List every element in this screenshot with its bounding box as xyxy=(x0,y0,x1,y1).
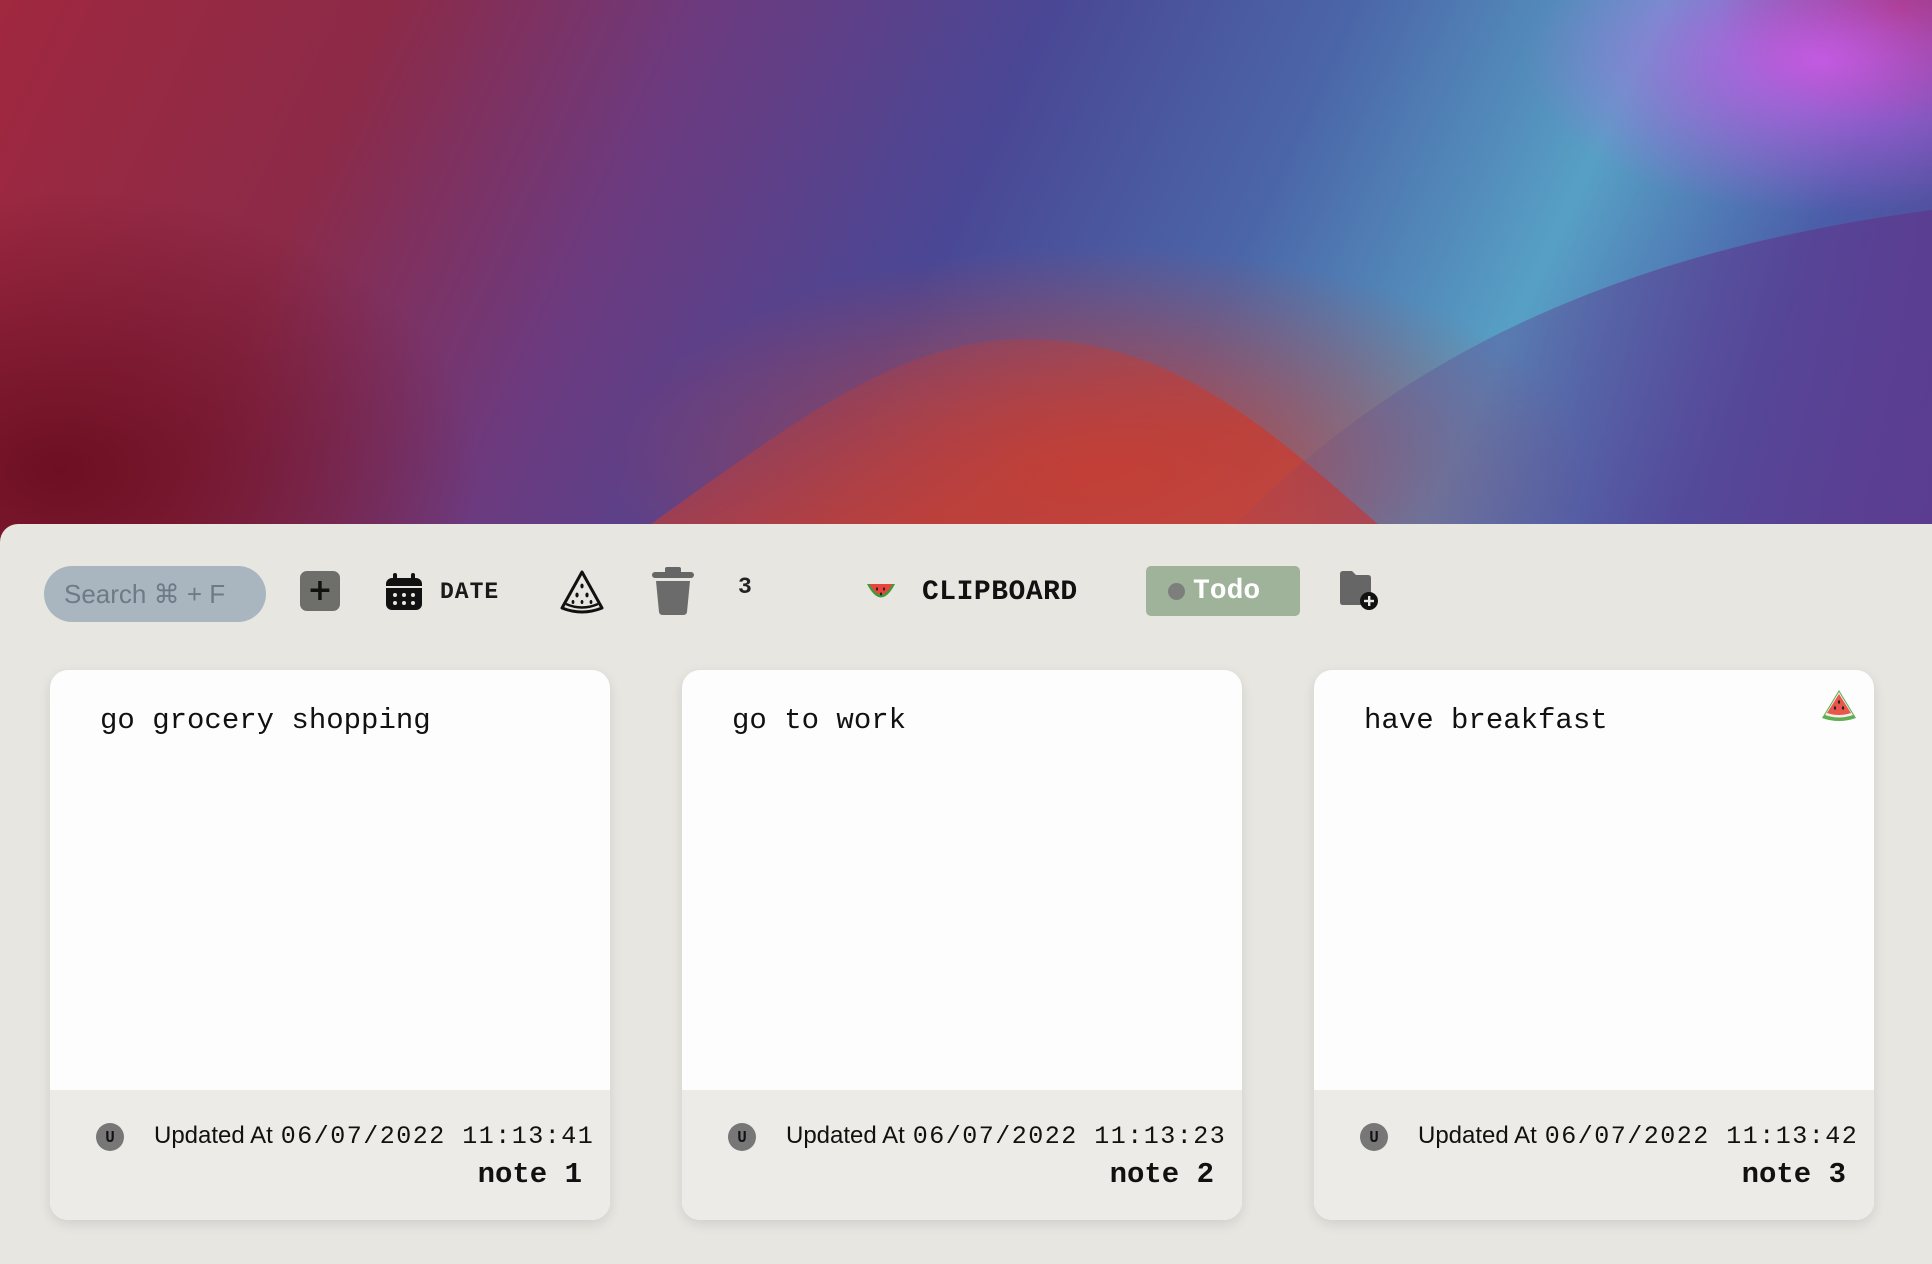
desktop-wallpaper xyxy=(0,0,1932,560)
watermelon-icon[interactable] xyxy=(1820,688,1858,722)
note-card[interactable]: have breakfast U Updated At 06/07/2022 11… xyxy=(1314,670,1874,1220)
trash-icon[interactable] xyxy=(650,566,696,616)
updated-time: 06/07/2022 11:13:41 xyxy=(280,1122,595,1151)
plus-icon: + xyxy=(307,573,333,608)
note-footer: U Updated At 06/07/2022 11:13:41 note 1 xyxy=(50,1090,610,1220)
note-name: note 2 xyxy=(1109,1158,1214,1191)
clipboard-label: CLIPBOARD xyxy=(922,576,1078,608)
note-count: 3 xyxy=(738,574,752,600)
updated-prefix: Updated At xyxy=(1418,1122,1537,1149)
search-input[interactable] xyxy=(44,566,266,622)
note-footer: U Updated At 06/07/2022 11:13:23 note 2 xyxy=(682,1090,1242,1220)
date-label: DATE xyxy=(440,579,500,605)
add-note-button[interactable]: + xyxy=(300,571,340,611)
note-name: note 1 xyxy=(477,1158,582,1191)
watermelon-outline-icon[interactable] xyxy=(558,568,606,616)
status-dot-icon xyxy=(1168,582,1185,600)
updated-at: Updated At 06/07/2022 11:13:42 xyxy=(1418,1122,1858,1151)
note-text[interactable]: go grocery shopping xyxy=(100,704,580,737)
updated-prefix: Updated At xyxy=(154,1122,273,1149)
avatar: U xyxy=(728,1123,756,1151)
updated-time: 06/07/2022 11:13:42 xyxy=(1544,1122,1859,1151)
todo-label: Todo xyxy=(1193,575,1261,607)
notes-panel: + DATE xyxy=(0,524,1932,1264)
avatar: U xyxy=(96,1123,124,1151)
new-folder-icon[interactable] xyxy=(1338,568,1380,612)
updated-at: Updated At 06/07/2022 11:13:23 xyxy=(786,1122,1226,1151)
clipboard-button[interactable]: CLIPBOARD xyxy=(866,568,1078,616)
updated-at: Updated At 06/07/2022 11:13:41 xyxy=(154,1122,594,1151)
avatar: U xyxy=(1360,1123,1388,1151)
note-text[interactable]: go to work xyxy=(732,704,1212,737)
calendar-icon xyxy=(386,573,422,610)
note-card[interactable]: go grocery shopping U Updated At 06/07/20… xyxy=(50,670,610,1220)
note-name: note 3 xyxy=(1741,1158,1846,1191)
updated-prefix: Updated At xyxy=(786,1122,905,1149)
watermelon-slice-icon xyxy=(867,584,895,598)
note-footer: U Updated At 06/07/2022 11:13:42 note 3 xyxy=(1314,1090,1874,1220)
note-text[interactable]: have breakfast xyxy=(1364,704,1844,737)
wallpaper-wave xyxy=(600,210,1932,560)
todo-filter-button[interactable]: Todo xyxy=(1146,566,1300,616)
note-card[interactable]: go to work U Updated At 06/07/2022 11:13:… xyxy=(682,670,1242,1220)
updated-time: 06/07/2022 11:13:23 xyxy=(912,1122,1227,1151)
date-sort-button[interactable]: DATE xyxy=(384,568,499,616)
toolbar: + DATE xyxy=(0,524,1932,644)
